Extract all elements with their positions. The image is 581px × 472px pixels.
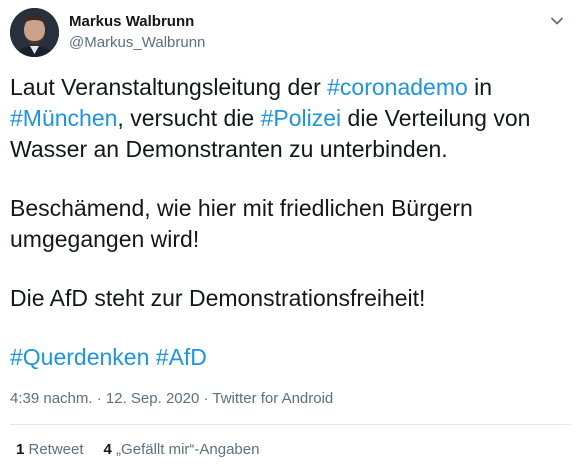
- meta-separator: ·: [199, 390, 213, 407]
- tweet-date[interactable]: 12. Sep. 2020: [106, 390, 199, 407]
- tweet-hashtags: #Querdenken #AfD: [10, 342, 570, 373]
- hashtag-polizei-link[interactable]: #Polizei: [261, 105, 342, 131]
- hashtag-afd-link[interactable]: #AfD: [156, 344, 207, 370]
- text-segment: , versucht die: [117, 105, 261, 131]
- likes-stat[interactable]: 4 „Gefällt mir“-Angaben: [104, 440, 260, 460]
- tweet-meta: 4:39 nachm. · 12. Sep. 2020 · Twitter fo…: [10, 389, 333, 409]
- retweets-stat[interactable]: 1 Retweet: [16, 440, 84, 460]
- avatar[interactable]: [10, 8, 59, 57]
- tweet-header: Markus Walbrunn @Markus_Walbrunn: [10, 8, 570, 58]
- hashtag-coronademo-link[interactable]: #coronademo: [327, 74, 468, 100]
- tweet-text: Laut Veranstaltungsleitung der #coronade…: [10, 72, 570, 373]
- tweet-paragraph-3: Die AfD steht zur Demonstrationsfreiheit…: [10, 285, 426, 311]
- tweet-source[interactable]: Twitter for Android: [212, 390, 333, 407]
- divider: [10, 424, 571, 425]
- meta-separator: ·: [92, 390, 106, 407]
- tweet-time[interactable]: 4:39 nachm.: [10, 390, 93, 407]
- retweet-label: Retweet: [24, 441, 84, 458]
- likes-label: „Gefällt mir“-Angaben: [111, 441, 260, 458]
- author-handle[interactable]: @Markus_Walbrunn: [69, 33, 205, 53]
- tweet-paragraph-1: Laut Veranstaltungsleitung der #coronade…: [10, 72, 570, 165]
- author-display-name[interactable]: Markus Walbrunn: [69, 13, 205, 31]
- chevron-down-icon: [551, 17, 563, 25]
- hashtag-muenchen-link[interactable]: #München: [10, 105, 117, 131]
- text-segment: in: [467, 74, 493, 100]
- text-segment: Laut Veranstaltungsleitung der: [10, 74, 328, 100]
- tweet-card: Markus Walbrunn @Markus_Walbrunn Laut Ve…: [0, 0, 581, 472]
- hashtag-querdenken-link[interactable]: #Querdenken: [10, 344, 149, 370]
- tweet-paragraph-2: Beschämend, wie hier mit friedlichen Bür…: [10, 195, 473, 252]
- author-names: Markus Walbrunn @Markus_Walbrunn: [69, 13, 205, 53]
- likes-count: 4: [103, 441, 112, 458]
- more-options-button[interactable]: [546, 10, 568, 32]
- tweet-stats: 1 Retweet 4 „Gefällt mir“-Angaben: [16, 440, 259, 460]
